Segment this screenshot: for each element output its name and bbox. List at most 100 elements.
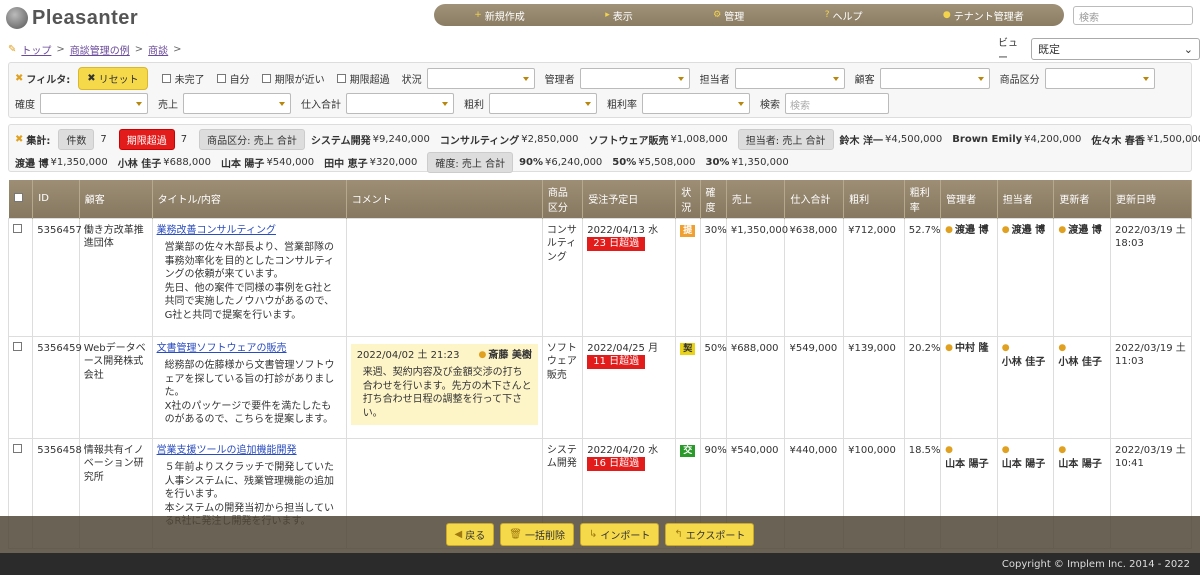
sum-value: ¥9,240,000: [372, 134, 430, 145]
column-header[interactable]: 商品区分: [542, 180, 584, 218]
user-icon: ●: [1058, 224, 1067, 235]
breadcrumb-top[interactable]: トップ: [21, 42, 51, 57]
column-header[interactable]: 顧客: [79, 180, 153, 218]
updated-cell: 2022/03/19 土 11:03: [1109, 335, 1193, 439]
column-header[interactable]: 粗利: [843, 180, 905, 218]
column-header[interactable]: 仕入合計: [784, 180, 845, 218]
nav-view-label: 表示: [612, 11, 633, 23]
reset-button[interactable]: ✖ リセット: [78, 67, 148, 90]
filter-sales-select[interactable]: [183, 93, 291, 114]
column-header[interactable]: 更新日時: [1110, 180, 1193, 218]
app-logo[interactable]: Pleasanter: [6, 5, 138, 31]
record-description: 営業部の佐々木部長より、営業部隊の事務効率化を目的としたコンサルティングの依頼が…: [164, 242, 335, 321]
table-row[interactable]: 5356459 Webデータベース開発株式会社 文書管理ソフトウェアの販売 総務…: [7, 335, 1193, 439]
checkbox[interactable]: [161, 74, 171, 83]
column-header[interactable]: 状況: [675, 180, 701, 218]
nav-help-label: ヘルプ: [832, 11, 863, 23]
sum-value: ¥5,508,000: [638, 157, 696, 168]
column-header[interactable]: コメント: [346, 180, 543, 218]
owner-cell: ● 小林 佳子: [996, 335, 1055, 439]
select-all-header[interactable]: [8, 180, 34, 218]
column-header[interactable]: タイトル/内容: [152, 180, 347, 218]
top-search-input[interactable]: 検索: [1073, 6, 1193, 25]
table-row[interactable]: 5356457 働き方改革推進団体 業務改善コンサルティング 営業部の佐々木部長…: [7, 217, 1193, 337]
filter-profit-label: 粗利: [464, 100, 484, 111]
filter-cost-select[interactable]: [346, 93, 454, 114]
breadcrumb-sep: >: [134, 44, 144, 55]
filter-overdue[interactable]: 期限超過: [336, 71, 390, 86]
owner-sum-chip[interactable]: 担当者: 売上 合計: [737, 129, 834, 150]
filter-status-select[interactable]: [426, 68, 535, 89]
count-chip[interactable]: 件数: [58, 129, 95, 150]
export-label: エクスポート: [685, 531, 746, 542]
filter-owner-select[interactable]: [734, 68, 845, 89]
import-button[interactable]: ↳ インポート: [579, 523, 660, 546]
filter-search-input[interactable]: 検索: [785, 93, 889, 114]
user-name: 斎藤 美樹: [488, 349, 532, 361]
overdue-chip[interactable]: 期限超過: [118, 129, 175, 150]
column-header[interactable]: 受注予定日: [582, 180, 677, 218]
record-title-link[interactable]: 業務改善コンサルティング: [157, 224, 342, 238]
nav-manage[interactable]: ⚙ 管理: [713, 8, 744, 23]
user-name: 山本 陽子: [945, 458, 989, 470]
view-select[interactable]: 既定 ⌄: [1031, 38, 1200, 60]
filter-self[interactable]: 自分: [216, 71, 250, 86]
nav-tenant-admin[interactable]: ● テナント管理者: [943, 8, 1024, 23]
user-icon: ●: [1001, 224, 1010, 235]
nav-manage-label: 管理: [724, 11, 745, 23]
filter-profit-select[interactable]: [489, 93, 597, 114]
row-checkbox[interactable]: [13, 341, 22, 351]
sum-value: ¥320,000: [369, 157, 418, 168]
filter-sales-label: 売上: [158, 100, 178, 111]
export-button[interactable]: ↰ エクスポート: [665, 523, 755, 546]
filter-search-label: 検索: [760, 100, 780, 111]
app-name: Pleasanter: [32, 6, 139, 29]
column-header[interactable]: 売上: [726, 180, 786, 218]
breadcrumb-sep: >: [173, 44, 182, 55]
nav-new[interactable]: + 新規作成: [474, 8, 525, 23]
sum-value: ¥1,008,000: [670, 134, 728, 145]
record-title-link[interactable]: 文書管理ソフトウェアの販売: [157, 342, 342, 356]
user-icon: ●: [1001, 444, 1010, 455]
user: ● 小林 佳子: [1058, 342, 1106, 370]
close-icon: ✖: [15, 134, 24, 145]
sum-name: 佐々木 春香: [1091, 136, 1145, 147]
column-header[interactable]: 更新者: [1053, 180, 1111, 218]
filter-incomplete[interactable]: 未完了: [161, 71, 205, 86]
bulk-delete-button[interactable]: 🗑 一括削除: [500, 523, 574, 546]
sum-value: ¥6,240,000: [545, 157, 603, 168]
help-icon: ?: [824, 10, 830, 20]
prob-sum-chip[interactable]: 確度: 売上 合計: [427, 152, 514, 173]
nav-help[interactable]: ? ヘルプ: [825, 8, 863, 23]
manager-cell: ● 渡邉 博: [940, 217, 998, 337]
column-header[interactable]: 粗利率: [904, 180, 942, 218]
filter-prob-select[interactable]: [40, 93, 148, 114]
category-sum-chip[interactable]: 商品区分: 売上 合計: [199, 129, 305, 150]
filter-label-text: フィルタ:: [26, 75, 71, 86]
select-all-checkbox[interactable]: [13, 192, 23, 202]
column-header[interactable]: 管理者: [940, 180, 998, 218]
column-header[interactable]: ID: [32, 180, 80, 218]
column-header[interactable]: 担当者: [997, 180, 1055, 218]
record-title-link[interactable]: 営業支援ツールの追加機能開発: [157, 444, 342, 458]
row-checkbox[interactable]: [13, 223, 22, 233]
filter-category-select[interactable]: [1044, 68, 1155, 89]
filter-manager-select[interactable]: [579, 68, 690, 89]
breadcrumb-site[interactable]: 商談管理の例: [70, 42, 130, 57]
filter-customer-select[interactable]: [879, 68, 990, 89]
user: ● 小林 佳子: [1002, 342, 1050, 370]
user-icon: ●: [945, 444, 954, 455]
checkbox[interactable]: [336, 74, 346, 83]
filter-margin-select[interactable]: [642, 93, 750, 114]
user-icon: ●: [1058, 342, 1067, 353]
row-checkbox[interactable]: [13, 443, 22, 453]
breadcrumb-table[interactable]: 商談: [148, 42, 168, 57]
breadcrumb: ✎ トップ > 商談管理の例 > 商談 >: [8, 42, 182, 57]
checkbox[interactable]: [261, 74, 271, 83]
nav-view[interactable]: ▸ 表示: [605, 8, 633, 23]
user: ● 中村 隆: [945, 342, 993, 356]
filter-near-due[interactable]: 期限が近い: [261, 71, 325, 86]
back-button[interactable]: ◀ 戻る: [445, 523, 495, 546]
column-header[interactable]: 確度: [700, 180, 727, 218]
checkbox[interactable]: [216, 74, 226, 83]
